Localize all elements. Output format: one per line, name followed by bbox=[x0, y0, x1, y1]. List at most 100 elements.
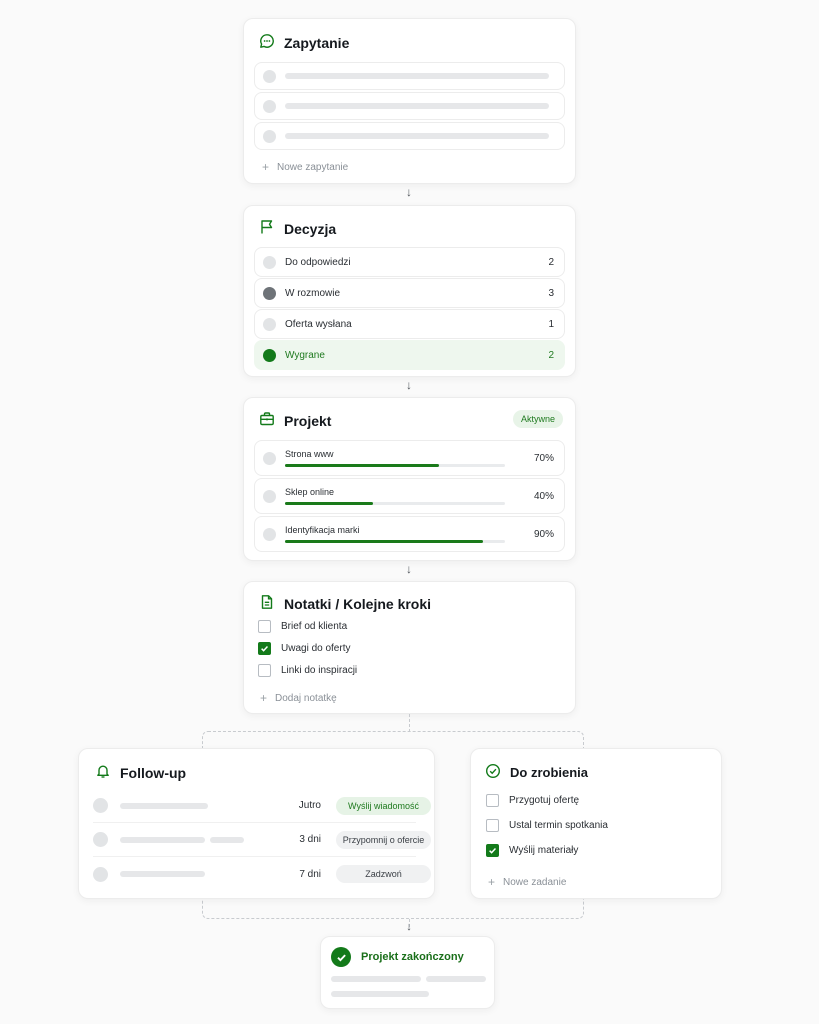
followup-row[interactable]: 3 dni Przypomnij o ofercie bbox=[93, 823, 431, 857]
project-item-percent: 90% bbox=[533, 528, 554, 540]
checkbox[interactable] bbox=[486, 794, 499, 807]
flag-icon bbox=[259, 219, 284, 238]
project-item-label: Strona www bbox=[285, 449, 334, 459]
notes-title: Notatki / Kolejne kroki bbox=[284, 595, 432, 612]
add-note-link[interactable]: + Dodaj notatkę bbox=[260, 691, 337, 705]
checkbox[interactable] bbox=[258, 664, 271, 677]
status-dot bbox=[93, 866, 108, 882]
followup-row[interactable]: Jutro Wyślij wiadomość bbox=[93, 789, 431, 823]
status-dot bbox=[263, 255, 276, 269]
followup-when: 3 dni bbox=[299, 834, 321, 845]
note-label: Uwagi do oferty bbox=[281, 643, 351, 654]
project-card: Projekt Aktywne Strona www 70% Sklep onl… bbox=[243, 397, 576, 561]
todo-header: Do zrobienia bbox=[485, 763, 588, 782]
decision-row-to-answer[interactable]: Do odpowiedzi 2 bbox=[254, 247, 565, 277]
checkbox[interactable] bbox=[258, 620, 271, 633]
status-dot bbox=[263, 129, 276, 143]
decision-card: Decyzja Do odpowiedzi 2 W rozmowie 3 Ofe… bbox=[243, 205, 576, 377]
check-badge-icon bbox=[331, 947, 351, 967]
followup-action-button[interactable]: Wyślij wiadomość bbox=[336, 796, 431, 815]
project-item-percent: 40% bbox=[533, 490, 554, 502]
placeholder-line bbox=[426, 976, 486, 982]
decision-row-count: 2 bbox=[548, 349, 554, 361]
status-dot bbox=[263, 99, 276, 113]
followup-header: Follow-up bbox=[95, 763, 186, 782]
inquiry-header: Zapytanie bbox=[259, 33, 349, 52]
placeholder-line bbox=[285, 103, 549, 109]
decision-title: Decyzja bbox=[284, 220, 337, 237]
decision-row-offer-sent[interactable]: Oferta wysłana 1 bbox=[254, 309, 565, 339]
todo-item[interactable]: Wyślij materiały bbox=[486, 844, 578, 857]
decision-row-label: Oferta wysłana bbox=[285, 318, 352, 330]
plus-icon: + bbox=[488, 875, 496, 889]
flow-arrow-icon: ↓ bbox=[406, 921, 412, 933]
project-item-label: Identyfikacja marki bbox=[285, 525, 360, 535]
project-done-header: Projekt zakończony bbox=[331, 947, 464, 967]
placeholder-line bbox=[210, 836, 244, 843]
flow-arrow-icon: ↓ bbox=[406, 185, 412, 199]
inquiry-row[interactable] bbox=[254, 62, 565, 90]
decision-row-in-talks[interactable]: W rozmowie 3 bbox=[254, 278, 565, 308]
placeholder-line bbox=[285, 73, 549, 79]
project-row[interactable]: Identyfikacja marki 90% bbox=[254, 516, 565, 552]
bell-icon bbox=[95, 763, 120, 782]
note-label: Linki do inspiracji bbox=[281, 665, 358, 676]
decision-row-label: Do odpowiedzi bbox=[285, 256, 351, 268]
status-dot bbox=[263, 317, 276, 331]
status-dot bbox=[263, 286, 276, 300]
placeholder-line bbox=[285, 133, 549, 139]
note-label: Brief od klienta bbox=[281, 621, 348, 632]
decision-row-won[interactable]: Wygrane 2 bbox=[254, 340, 565, 370]
status-dot bbox=[263, 69, 276, 83]
status-badge: Aktywne bbox=[512, 410, 563, 428]
placeholder-line bbox=[120, 802, 208, 809]
status-dot bbox=[263, 451, 276, 465]
project-item-label: Sklep online bbox=[285, 487, 335, 497]
status-dot bbox=[263, 489, 276, 503]
project-item-percent: 70% bbox=[533, 452, 554, 464]
new-inquiry-label: Nowe zapytanie bbox=[277, 161, 349, 173]
todo-title: Do zrobienia bbox=[510, 765, 589, 780]
notes-header: Notatki / Kolejne kroki bbox=[259, 594, 431, 613]
briefcase-icon bbox=[259, 411, 284, 430]
checkbox-checked[interactable] bbox=[258, 642, 271, 655]
todo-label: Wyślij materiały bbox=[509, 845, 579, 856]
new-task-label: Nowe zadanie bbox=[503, 876, 567, 888]
project-row[interactable]: Sklep online 40% bbox=[254, 478, 565, 514]
inquiry-card: Zapytanie + Nowe zapytanie bbox=[243, 18, 576, 184]
placeholder-line bbox=[120, 871, 205, 877]
document-icon bbox=[259, 594, 284, 613]
note-item[interactable]: Linki do inspiracji bbox=[258, 664, 357, 677]
progress-fill bbox=[285, 540, 483, 543]
todo-item[interactable]: Ustal termin spotkania bbox=[486, 819, 608, 832]
checkbox-checked[interactable] bbox=[486, 844, 499, 857]
followup-title: Follow-up bbox=[120, 764, 187, 781]
todo-label: Przygotuj ofertę bbox=[509, 795, 580, 806]
decision-header: Decyzja bbox=[259, 219, 336, 238]
inquiry-row[interactable] bbox=[254, 122, 565, 150]
status-dot bbox=[93, 798, 108, 813]
flow-arrow-icon: ↓ bbox=[406, 562, 412, 576]
todo-label: Ustal termin spotkania bbox=[509, 820, 608, 831]
checkbox[interactable] bbox=[486, 819, 499, 832]
inquiry-row[interactable] bbox=[254, 92, 565, 120]
followup-action-button[interactable]: Przypomnij o ofercie bbox=[336, 830, 431, 849]
followup-row[interactable]: 7 dni Zadzwoń bbox=[93, 857, 431, 891]
chat-bubble-icon bbox=[259, 33, 284, 52]
progress-fill bbox=[285, 464, 439, 467]
notes-card: Notatki / Kolejne kroki Brief od klienta… bbox=[243, 581, 576, 714]
progress-fill bbox=[285, 502, 373, 505]
project-header: Projekt bbox=[259, 411, 331, 430]
note-item[interactable]: Uwagi do oferty bbox=[258, 642, 350, 655]
new-task-link[interactable]: + Nowe zadanie bbox=[488, 875, 566, 889]
todo-item[interactable]: Przygotuj ofertę bbox=[486, 794, 579, 807]
note-item[interactable]: Brief od klienta bbox=[258, 620, 347, 633]
add-note-label: Dodaj notatkę bbox=[275, 692, 337, 704]
flow-arrow-icon: ↓ bbox=[406, 378, 412, 392]
followup-action-button[interactable]: Zadzwoń bbox=[336, 865, 431, 883]
todo-card: Do zrobienia Przygotuj ofertę Ustal term… bbox=[470, 748, 722, 899]
new-inquiry-link[interactable]: + Nowe zapytanie bbox=[262, 160, 348, 174]
project-title: Projekt bbox=[284, 412, 332, 429]
project-row[interactable]: Strona www 70% bbox=[254, 440, 565, 476]
progress-bar bbox=[285, 540, 505, 543]
